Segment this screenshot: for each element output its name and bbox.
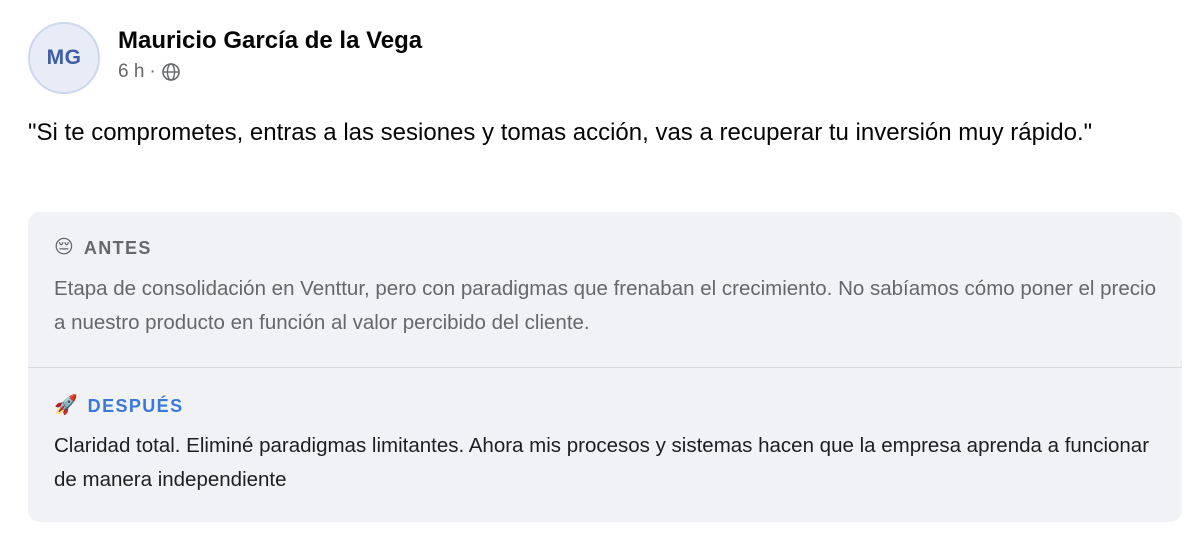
rocket-icon: 🚀 bbox=[54, 395, 78, 416]
post-time[interactable]: 6 h bbox=[118, 60, 144, 84]
before-label-text: ANTES bbox=[83, 238, 152, 258]
after-text: Claridad total. Eliminé paradigmas limit… bbox=[54, 434, 1150, 491]
post-subline: 6 h · bbox=[118, 60, 422, 84]
globe-icon[interactable] bbox=[161, 62, 181, 82]
post-quote: "Si te comprometes, entras a las sesione… bbox=[28, 119, 1093, 146]
before-after-card: 😔 ANTES Etapa de consolidación en Venttu… bbox=[28, 212, 1182, 522]
before-label: 😔 ANTES bbox=[54, 236, 1156, 260]
post-header: MG Mauricio García de la Vega 6 h · bbox=[28, 22, 422, 94]
after-section: 🚀 DESPUÉS Claridad total. Eliminé paradi… bbox=[28, 368, 1182, 522]
author-name[interactable]: Mauricio García de la Vega bbox=[118, 26, 422, 56]
after-label: 🚀 DESPUÉS bbox=[54, 394, 1156, 418]
before-text: Etapa de consolidación en Venttur, pero … bbox=[54, 277, 1156, 334]
after-label-text: DESPUÉS bbox=[87, 396, 184, 416]
testimonial-post: MG Mauricio García de la Vega 6 h · "Si … bbox=[0, 0, 1200, 546]
before-section: 😔 ANTES Etapa de consolidación en Venttu… bbox=[28, 212, 1182, 367]
pensive-face-icon: 😔 bbox=[54, 237, 74, 258]
post-meta: Mauricio García de la Vega 6 h · bbox=[118, 26, 422, 84]
separator-dot: · bbox=[149, 61, 156, 82]
avatar[interactable]: MG bbox=[28, 22, 100, 94]
